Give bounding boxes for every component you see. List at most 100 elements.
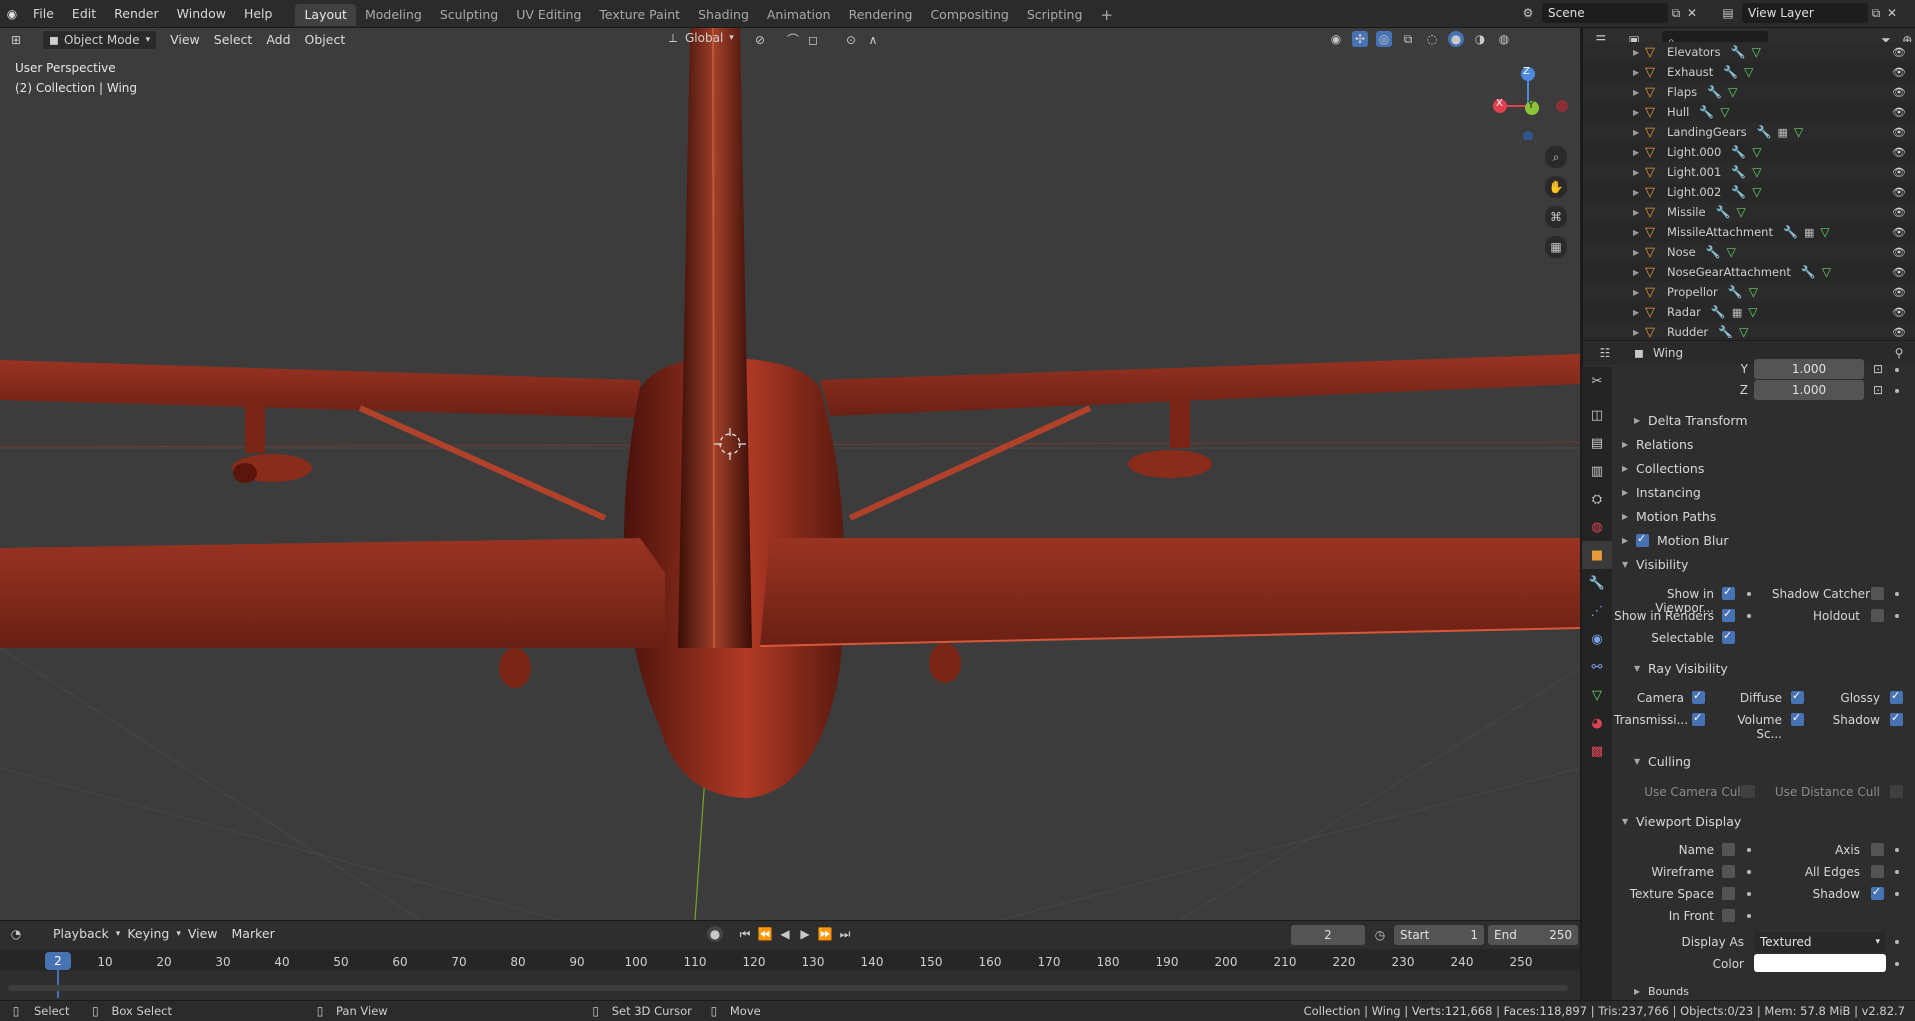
motion-blur-checkbox[interactable]	[1636, 532, 1649, 547]
display-shadow-checkbox[interactable]	[1871, 885, 1884, 900]
scale-y-field[interactable]: 1.000	[1754, 359, 1864, 379]
mesh-data-icon[interactable]: ▽	[1822, 265, 1831, 279]
section-viewport-display[interactable]: ▼ Viewport Display	[1612, 810, 1915, 832]
modifier-wrench-icon[interactable]: 🔧	[1731, 45, 1746, 59]
show-viewport-checkbox[interactable]	[1722, 585, 1735, 600]
modifier-wrench-icon[interactable]: 🔧	[1718, 325, 1733, 338]
play-reverse-icon[interactable]: ◀	[777, 926, 793, 942]
eye-icon[interactable]: 👁	[1892, 146, 1906, 159]
texture-tab-icon[interactable]: ▩	[1582, 737, 1612, 765]
expand-triangle-icon[interactable]: ▶	[1633, 188, 1645, 197]
mesh-data-icon[interactable]: ▽	[1728, 85, 1737, 99]
menu-help[interactable]: Help	[235, 0, 282, 28]
camera-view-icon[interactable]: ⌘	[1545, 206, 1567, 228]
expand-triangle-icon[interactable]: ▶	[1633, 128, 1645, 137]
xray-toggle-icon[interactable]: ⧉	[1400, 31, 1416, 47]
overlay-toggle-icon[interactable]: ◎	[1376, 31, 1392, 47]
eye-icon[interactable]: 👁	[1892, 106, 1906, 119]
expand-triangle-icon[interactable]: ▶	[1633, 68, 1645, 77]
color-swatch[interactable]	[1754, 954, 1886, 972]
expand-triangle-icon[interactable]: ▶	[1633, 88, 1645, 97]
menu-view[interactable]: View	[163, 29, 207, 51]
keyframe-dot[interactable]	[1895, 962, 1899, 966]
display-as-dropdown[interactable]: Textured ▾	[1754, 932, 1886, 952]
outliner-item[interactable]: ▶ ▽ Rudder 🔧 ▽ 👁	[1583, 322, 1915, 338]
keyframe-dot[interactable]	[1747, 614, 1751, 618]
expand-triangle-icon[interactable]: ▶	[1633, 168, 1645, 177]
zoom-icon[interactable]: ⌕	[1545, 146, 1567, 168]
constraint-tab-icon[interactable]: ⚯	[1582, 653, 1612, 681]
outliner-item[interactable]: ▶ ▽ Radar 🔧 ▦ ▽ 👁	[1583, 302, 1915, 322]
view-layer-tab-icon[interactable]: ▥	[1582, 457, 1612, 485]
modifier-wrench-icon[interactable]: 🔧	[1711, 305, 1726, 319]
ray-transmission-checkbox[interactable]	[1692, 711, 1705, 726]
keyframe-dot[interactable]	[1895, 870, 1899, 874]
menu-keying[interactable]: Keying	[120, 923, 176, 945]
outliner-item[interactable]: ▶ ▽ Light.002 🔧 ▽ 👁	[1583, 182, 1915, 202]
keyframe-dot[interactable]	[1747, 914, 1751, 918]
render-tab-icon[interactable]: ◫	[1582, 401, 1612, 429]
keyframe-dot[interactable]	[1895, 592, 1899, 596]
lock-icon[interactable]: ⊡	[1870, 361, 1886, 377]
tab-sculpting[interactable]: Sculpting	[431, 4, 507, 26]
ray-glossy-checkbox[interactable]	[1890, 689, 1903, 704]
eye-icon[interactable]: 👁	[1892, 206, 1906, 219]
tab-shading[interactable]: Shading	[689, 4, 758, 26]
menu-add[interactable]: Add	[259, 29, 297, 51]
eye-icon[interactable]: 👁	[1892, 86, 1906, 99]
scene-field[interactable]: Scene	[1542, 3, 1668, 23]
next-keyframe-icon[interactable]: ⏩	[817, 926, 833, 942]
modifier-wrench-icon[interactable]: 🔧	[1801, 265, 1816, 279]
close-view-layer-icon[interactable]: ✕	[1884, 5, 1900, 21]
outliner-item[interactable]: ▶ ▽ LandingGears 🔧 ▦ ▽ 👁	[1583, 122, 1915, 142]
rendered-shading-icon[interactable]: ◍	[1496, 31, 1512, 47]
eye-icon[interactable]: 👁	[1892, 126, 1906, 139]
expand-triangle-icon[interactable]: ▶	[1633, 328, 1645, 337]
pan-hand-icon[interactable]: ✋	[1545, 176, 1567, 198]
mesh-data-icon[interactable]: ▽	[1749, 285, 1758, 299]
tab-rendering[interactable]: Rendering	[840, 4, 922, 26]
section-motion-paths[interactable]: ▶ Motion Paths	[1612, 505, 1915, 527]
editor-type-icon[interactable]: ⊞	[8, 32, 24, 48]
material-shading-icon[interactable]: ◑	[1472, 31, 1488, 47]
keyframe-dot[interactable]	[1895, 892, 1899, 896]
keyframe-dot[interactable]	[1895, 848, 1899, 852]
menu-select[interactable]: Select	[207, 29, 260, 51]
menu-window[interactable]: Window	[168, 0, 235, 28]
armature-icon[interactable]: ▦	[1804, 226, 1814, 239]
close-scene-icon[interactable]: ✕	[1684, 5, 1700, 21]
current-frame-field[interactable]: 2	[1291, 925, 1365, 945]
mesh-data-icon[interactable]: ▽	[1739, 325, 1748, 338]
section-bounds[interactable]: ▶ Bounds	[1612, 984, 1915, 998]
3d-viewport[interactable]: User Perspective (2) Collection | Wing Z…	[0, 28, 1580, 920]
eye-icon[interactable]: 👁	[1892, 226, 1906, 239]
outliner-item[interactable]: ▶ ▽ Propellor 🔧 ▽ 👁	[1583, 282, 1915, 302]
tab-texture-paint[interactable]: Texture Paint	[590, 4, 689, 26]
add-workspace-button[interactable]: +	[1091, 4, 1122, 26]
expand-triangle-icon[interactable]: ▶	[1633, 228, 1645, 237]
armature-icon[interactable]: ▦	[1778, 126, 1788, 139]
object-tab-icon[interactable]: ■	[1582, 541, 1612, 569]
copy-view-layer-icon[interactable]: ⧉	[1868, 5, 1884, 21]
eye-icon[interactable]: 👁	[1892, 326, 1906, 339]
prev-keyframe-icon[interactable]: ⏪	[757, 926, 773, 942]
outliner-item[interactable]: ▶ ▽ Elevators 🔧 ▽ 👁	[1583, 42, 1915, 62]
particles-tab-icon[interactable]: ⋰	[1582, 597, 1612, 625]
timeline-scrollbar[interactable]	[8, 985, 1568, 991]
outliner-item[interactable]: ▶ ▽ Light.001 🔧 ▽ 👁	[1583, 162, 1915, 182]
play-icon[interactable]: ▶	[797, 926, 813, 942]
display-in-front-checkbox[interactable]	[1722, 909, 1735, 922]
menu-render[interactable]: Render	[105, 0, 168, 28]
display-axis-checkbox[interactable]	[1871, 843, 1884, 856]
playhead-frame-badge[interactable]: 2	[45, 952, 71, 970]
expand-triangle-icon[interactable]: ▶	[1633, 248, 1645, 257]
data-tab-icon[interactable]: ▽	[1582, 681, 1612, 709]
mesh-data-icon[interactable]: ▽	[1752, 185, 1761, 199]
mesh-data-icon[interactable]: ▽	[1794, 125, 1803, 139]
eye-icon[interactable]: 👁	[1892, 66, 1906, 79]
holdout-checkbox[interactable]	[1871, 609, 1884, 622]
menu-edit[interactable]: Edit	[63, 0, 105, 28]
menu-object[interactable]: Object	[298, 29, 353, 51]
material-tab-icon[interactable]: ◕	[1582, 709, 1612, 737]
keyframe-dot[interactable]	[1895, 389, 1899, 393]
